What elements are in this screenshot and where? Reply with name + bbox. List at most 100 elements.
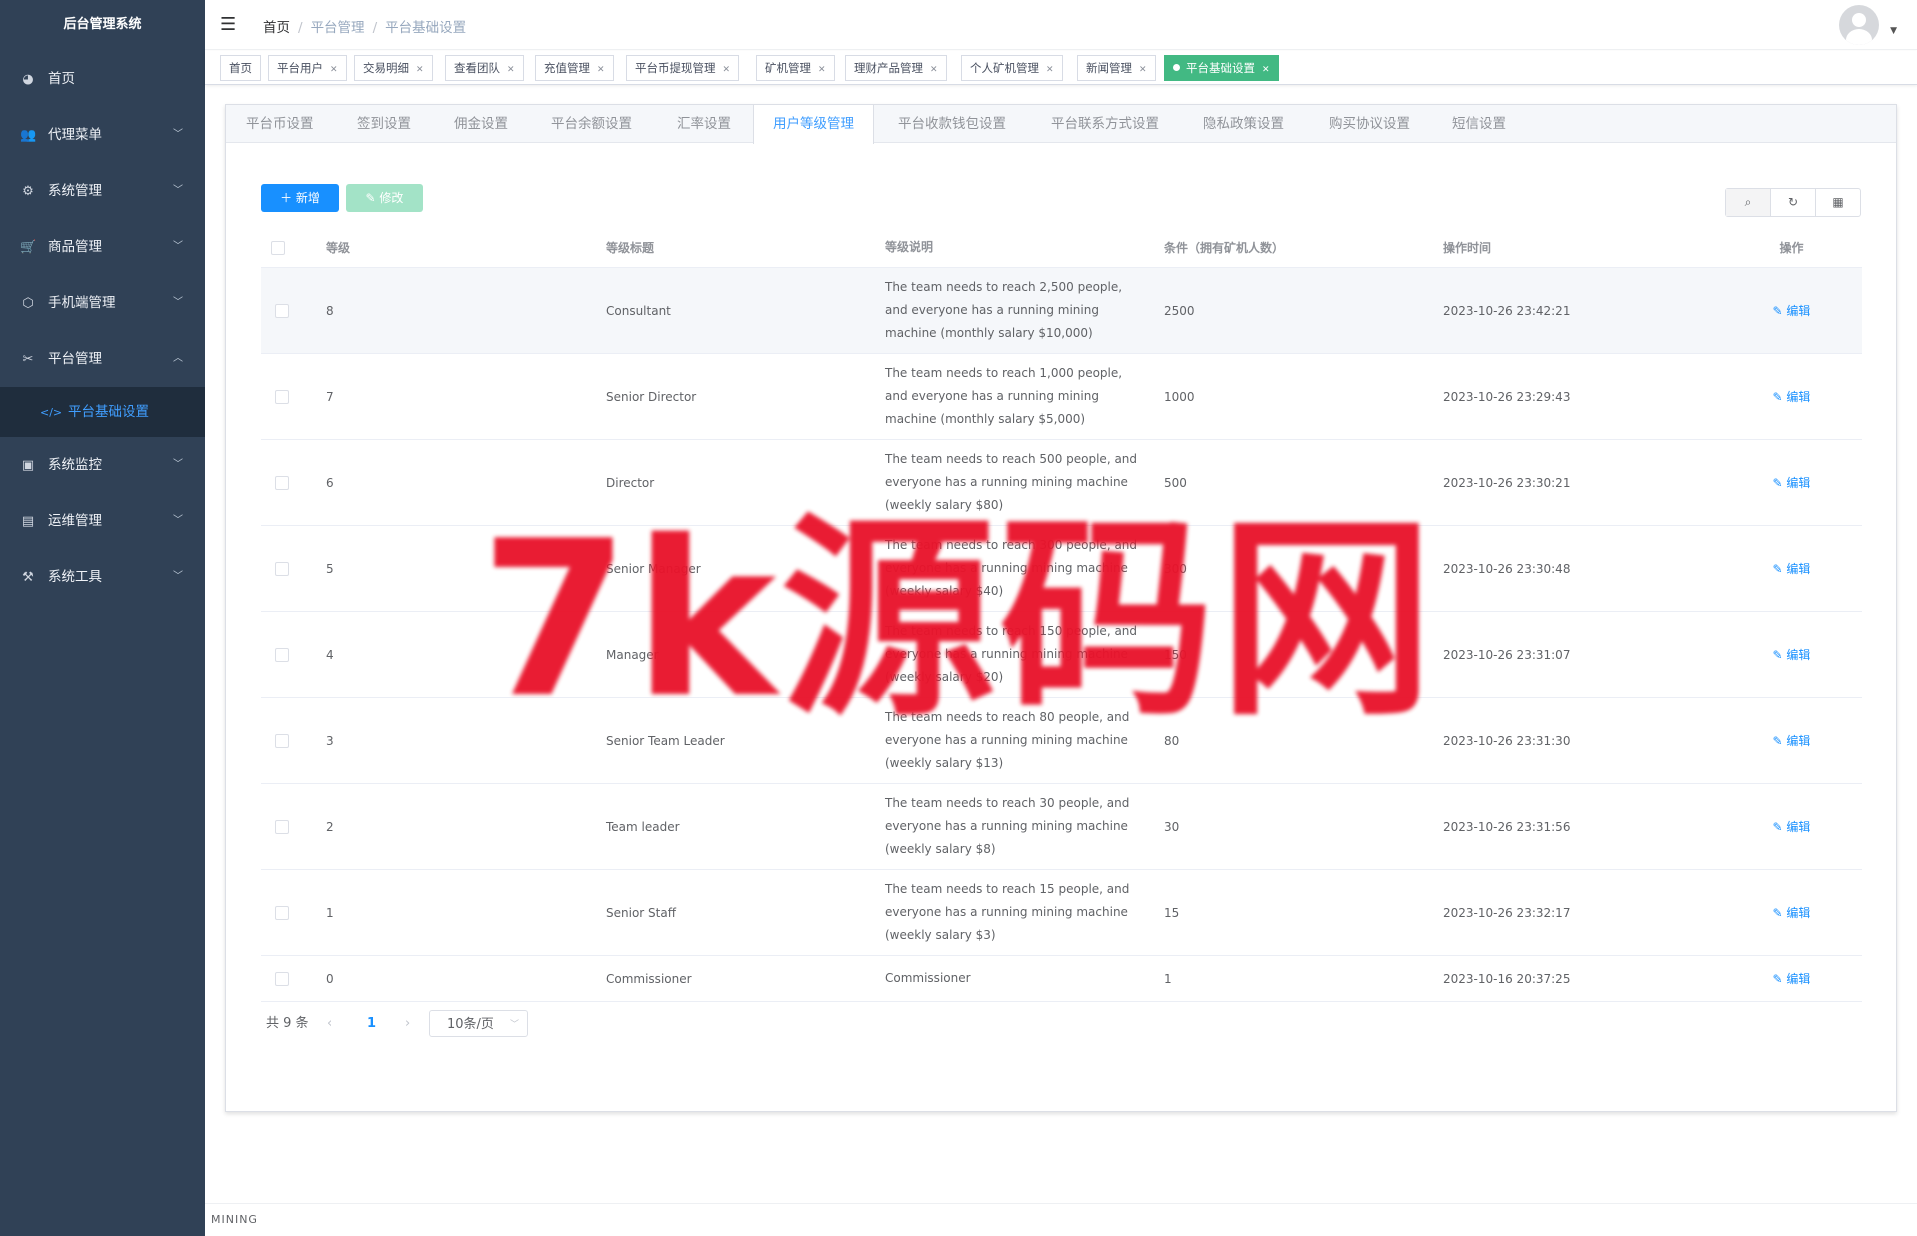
close-icon[interactable]: ✕ [1262,65,1270,75]
row-checkbox[interactable] [275,784,305,869]
caret-down-icon[interactable]: ▼ [1890,26,1897,36]
row-checkbox[interactable] [275,354,305,439]
tab-checkin-settings[interactable]: 签到设置 [357,105,411,143]
tag-active[interactable]: 平台基础设置 ✕ [1164,55,1279,81]
cell-desc: The team needs to reach 500 people, and … [885,452,1138,512]
row-edit-link[interactable]: ✎ 编辑 [1721,870,1862,955]
tab-contact-settings[interactable]: 平台联系方式设置 [1051,105,1159,143]
sidebar-item-mobile[interactable]: ⬡ 手机端管理 ﹀ [0,275,205,331]
tag-item[interactable]: 个人矿机管理 ✕ [961,55,1063,81]
edit-button[interactable]: ✎ 修改 [346,184,423,212]
tab-agreement-settings[interactable]: 购买协议设置 [1329,105,1410,143]
row-edit-link[interactable]: ✎ 编辑 [1721,354,1862,439]
cell-time: 2023-10-26 23:32:17 [1443,905,1571,920]
table-row[interactable]: 6 Director The team needs to reach 500 peo… [261,440,1862,526]
tag-item[interactable]: 理财产品管理 ✕ [845,55,947,81]
tab-wallet-settings[interactable]: 平台收款钱包设置 [898,105,1006,143]
tag-item[interactable]: 平台用户 ✕ [268,55,347,81]
row-edit-link[interactable]: ✎ 编辑 [1721,268,1862,353]
cell-time: 2023-10-26 23:30:21 [1443,475,1571,490]
row-checkbox[interactable] [275,870,305,955]
sidebar-item-label: 运维管理 [48,513,102,529]
tab-balance-settings[interactable]: 平台余额设置 [551,105,632,143]
close-icon[interactable]: ✕ [1139,65,1147,75]
tab-coin-settings[interactable]: 平台币设置 [246,105,314,143]
tag-item[interactable]: 交易明细 ✕ [354,55,433,81]
row-checkbox[interactable] [275,440,305,525]
chevron-down-icon: ﹀ [173,129,183,140]
tab-rate-settings[interactable]: 汇率设置 [677,105,731,143]
sidebar-item-agent[interactable]: 👥 代理菜单 ﹀ [0,107,205,163]
sidebar-item-ops[interactable]: ▤ 运维管理 ﹀ [0,493,205,549]
tab-privacy-settings[interactable]: 隐私政策设置 [1203,105,1284,143]
table-row[interactable]: 2 Team leader The team needs to reach 30 p… [261,784,1862,870]
table-row[interactable]: 8 Consultant The team needs to reach 2,500… [261,268,1862,354]
cell-desc: The team needs to reach 150 people, and … [885,624,1138,684]
refresh-icon[interactable]: ↻ [1770,189,1815,216]
add-button[interactable]: ＋ 新增 [261,184,339,212]
chevron-up-icon: ︿ [173,353,183,364]
table-row[interactable]: 5 Senior Manager The team needs to reach 3… [261,526,1862,612]
table-row[interactable]: 7 Senior Director The team needs to reach … [261,354,1862,440]
chevron-left-icon[interactable]: ‹ [327,1010,332,1038]
sidebar-item-system[interactable]: ⚙ 系统管理 ﹀ [0,163,205,219]
row-edit-link[interactable]: ✎ 编辑 [1721,440,1862,525]
sidebar-item-tools[interactable]: ⚒ 系统工具 ﹀ [0,549,205,605]
page-size-select[interactable]: 10条/页 ﹀ [429,1010,528,1037]
sidebar-item-goods[interactable]: 🛒 商品管理 ﹀ [0,219,205,275]
close-icon[interactable]: ✕ [930,65,938,75]
sidebar-subitem-platform-settings[interactable]: </> 平台基础设置 [0,387,205,437]
cell-desc: The team needs to reach 15 people, and e… [885,882,1130,942]
tag-item[interactable]: 充值管理 ✕ [535,55,614,81]
breadcrumb-item[interactable]: 首页 [263,20,290,36]
tag-label: 平台用户 [277,61,323,75]
close-icon[interactable]: ✕ [416,65,424,75]
table-row[interactable]: 1 Senior Staff The team needs to reach 15 … [261,870,1862,956]
tag-item[interactable]: 新闻管理 ✕ [1077,55,1156,81]
hamburger-icon[interactable]: ☰ [220,14,236,35]
row-edit-link[interactable]: ✎ 编辑 [1721,698,1862,783]
row-checkbox[interactable] [275,698,305,783]
row-checkbox[interactable] [275,612,305,697]
sidebar-item-platform[interactable]: ✂ 平台管理 ︿ [0,331,205,387]
tag-item[interactable]: 平台币提现管理 ✕ [626,55,740,81]
tag-item[interactable]: 矿机管理 ✕ [756,55,835,81]
chevron-right-icon[interactable]: › [405,1010,410,1038]
tag-label: 充值管理 [544,61,590,75]
close-icon[interactable]: ✕ [1046,65,1054,75]
sidebar: 后台管理系统 ◕ 首页 👥 代理菜单 ﹀ ⚙ 系统管理 ﹀ 🛒 商品管理 ﹀ ⬡ 手机端管理 ﹀ … [0,0,205,1236]
tag-home[interactable]: 首页 [220,55,261,81]
table-row[interactable]: 4 Manager The team needs to reach 150 peop… [261,612,1862,698]
table-row[interactable]: 0 Commissioner Commissioner 1 2023-10-16 20:… [261,956,1862,1002]
tab-commission-settings[interactable]: 佣金设置 [454,105,508,143]
footer: MINING [205,1203,1917,1236]
cell-title: Team leader [606,819,680,834]
cell-level: 3 [326,733,334,748]
tag-item[interactable]: 查看团队 ✕ [445,55,524,81]
sidebar-item-home[interactable]: ◕ 首页 [0,51,205,107]
row-edit-link[interactable]: ✎ 编辑 [1721,612,1862,697]
row-edit-link[interactable]: ✎ 编辑 [1721,784,1862,869]
close-icon[interactable]: ✕ [597,65,605,75]
row-checkbox[interactable] [275,956,305,1001]
avatar[interactable] [1839,5,1879,45]
pencil-icon: ✎ [1772,647,1787,662]
columns-icon[interactable]: ▦ [1815,189,1860,216]
select-all-checkbox[interactable] [271,228,301,267]
row-checkbox[interactable] [275,268,305,353]
cell-time: 2023-10-26 23:31:30 [1443,733,1571,748]
sidebar-item-monitor[interactable]: ▣ 系统监控 ﹀ [0,437,205,493]
pagination-page[interactable]: 1 [367,1010,376,1038]
table-row[interactable]: 3 Senior Team Leader The team needs to rea… [261,698,1862,784]
close-icon[interactable]: ✕ [330,65,338,75]
tab-user-level[interactable]: 用户等级管理 [753,105,874,144]
close-icon[interactable]: ✕ [723,65,731,75]
row-checkbox[interactable] [275,526,305,611]
close-icon[interactable]: ✕ [818,65,826,75]
sidebar-item-label: 首页 [48,71,75,87]
row-edit-link[interactable]: ✎ 编辑 [1721,956,1862,1001]
close-icon[interactable]: ✕ [507,65,515,75]
search-icon[interactable]: ⌕ [1726,189,1770,216]
row-edit-link[interactable]: ✎ 编辑 [1721,526,1862,611]
tab-sms-settings[interactable]: 短信设置 [1452,105,1506,143]
